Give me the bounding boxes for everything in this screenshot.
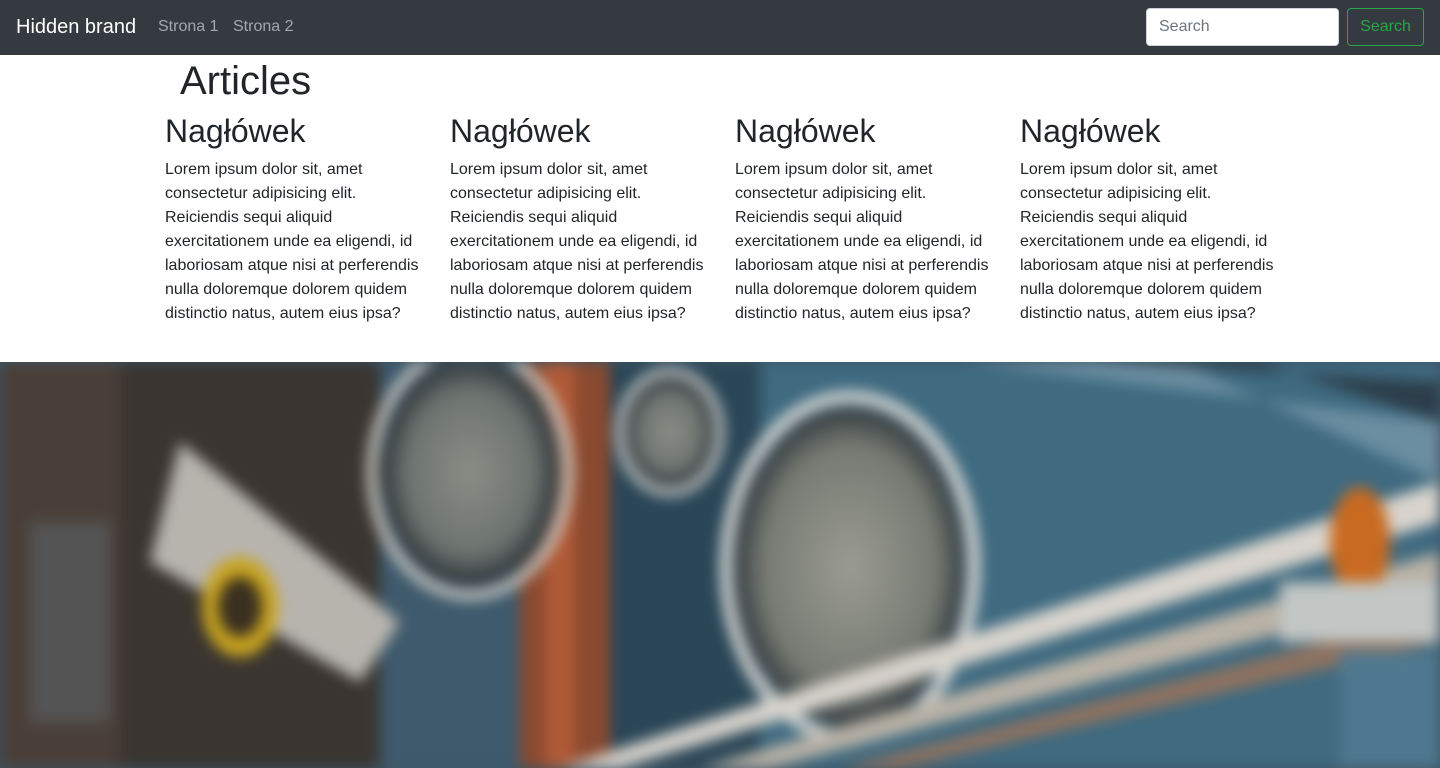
article-heading: Nagłówek [450,113,591,149]
article-body: Lorem ipsum dolor sit, amet consectetur … [165,161,419,322]
article-body: Lorem ipsum dolor sit, amet consectetur … [1020,161,1274,322]
dashboard-photo-icon [0,362,1440,768]
article-heading: Nagłówek [735,113,876,149]
article-body: Lorem ipsum dolor sit, amet consectetur … [450,161,704,322]
article-heading: Nagłówek [165,113,306,149]
search-input[interactable] [1146,8,1339,46]
article-card: Nagłówek Lorem ipsum dolor sit, amet con… [165,110,427,326]
brand-link[interactable]: Hidden brand [16,14,136,40]
article-heading: Nagłówek [1020,113,1161,149]
nav-link-strona-2[interactable]: Strona 2 [233,17,293,37]
search-button[interactable]: Search [1347,8,1424,46]
page-title: Articles [180,59,312,103]
navbar: Hidden brand Strona 1 Strona 2 Search [0,0,1440,55]
article-card: Nagłówek Lorem ipsum dolor sit, amet con… [450,110,712,326]
article-body: Lorem ipsum dolor sit, amet consectetur … [735,161,989,322]
hero-image [0,362,1440,768]
article-card: Nagłówek Lorem ipsum dolor sit, amet con… [735,110,997,326]
nav-link-strona-1[interactable]: Strona 1 [158,17,218,37]
article-card: Nagłówek Lorem ipsum dolor sit, amet con… [1020,110,1282,326]
